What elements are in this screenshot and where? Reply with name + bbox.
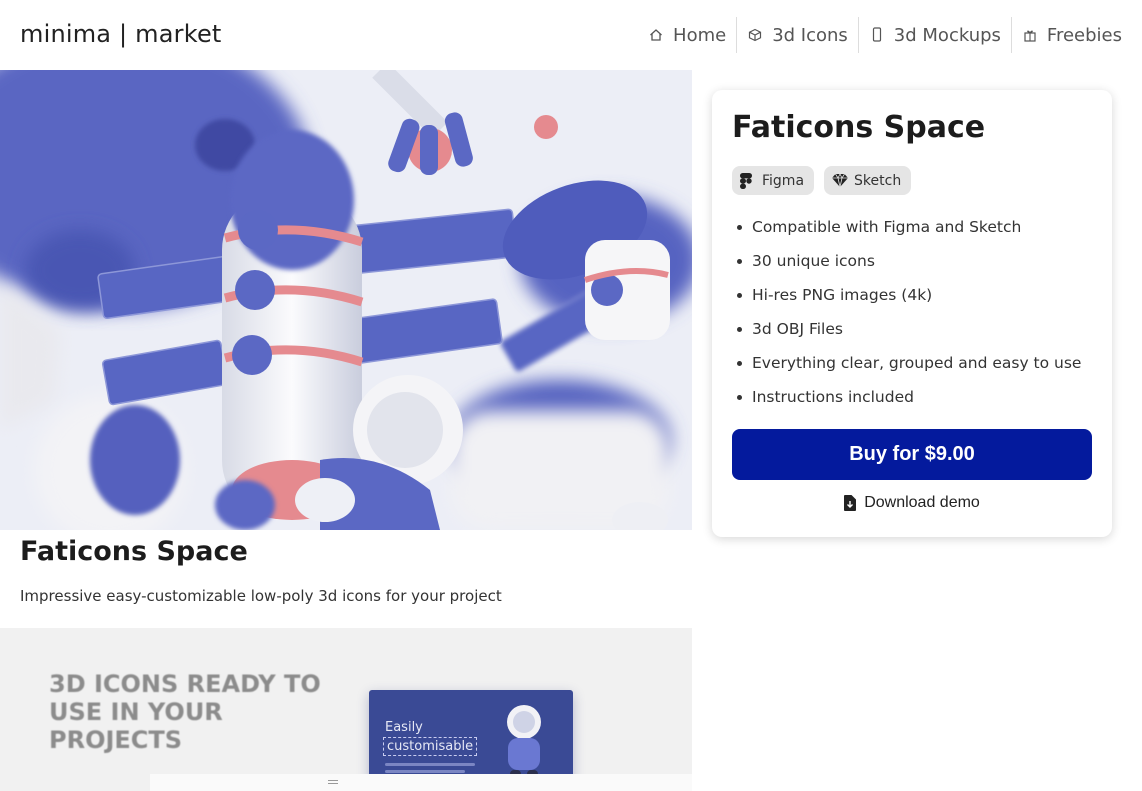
buy-button[interactable]: Buy for $9.00: [732, 429, 1092, 480]
tag-figma: Figma: [732, 166, 815, 195]
home-icon: [648, 27, 664, 43]
mock-line: [385, 763, 475, 766]
feature-item: 30 unique icons: [736, 250, 1081, 284]
feature-item: Compatible with Figma and Sketch: [736, 216, 1081, 250]
product-preview-image: 3D ICONS READY TO USE IN YOUR PROJECTS E…: [0, 628, 692, 791]
phone-icon: [869, 27, 885, 43]
product-card: Faticons Space Figma Sketch Compatible w…: [712, 90, 1112, 537]
compatibility-tags: Figma Sketch: [732, 166, 912, 195]
nav-label: 3d Icons: [772, 24, 848, 46]
download-demo-label: Download demo: [864, 494, 980, 511]
feature-list: Compatible with Figma and Sketch 30 uniq…: [736, 216, 1081, 420]
feature-item: Everything clear, grouped and easy to us…: [736, 352, 1081, 386]
preview-bottom-strip: [150, 774, 692, 791]
gift-icon: [1022, 27, 1038, 43]
cube-icon: [747, 27, 763, 43]
nav-item-home[interactable]: Home: [638, 17, 736, 53]
product-title: Faticons Space: [20, 536, 248, 567]
card-title: Faticons Space: [732, 110, 986, 145]
tag-sketch: Sketch: [824, 166, 912, 195]
nav-item-freebies[interactable]: Freebies: [1010, 17, 1122, 53]
mock-text: customisable: [383, 737, 478, 756]
nav-item-3d-mockups[interactable]: 3d Mockups: [857, 17, 1011, 53]
tag-label: Sketch: [854, 172, 902, 189]
mock-text: Easily: [385, 720, 423, 735]
feature-item: 3d OBJ Files: [736, 318, 1081, 352]
figma-icon: [740, 172, 756, 189]
mock-line: [385, 770, 465, 773]
drag-handle-icon: [328, 780, 338, 781]
site-header: minima | market Home 3d Icons 3d Mockups…: [0, 0, 1142, 70]
nav-label: Freebies: [1046, 24, 1122, 46]
sketch-diamond-icon: [832, 172, 849, 189]
product-hero-image: [0, 70, 692, 530]
tag-label: Figma: [762, 172, 805, 189]
nav-label: Home: [673, 24, 727, 46]
download-demo-link[interactable]: Download demo: [712, 494, 1112, 512]
nav-label: 3d Mockups: [893, 24, 1001, 46]
product-description: Impressive easy-customizable low-poly 3d…: [20, 587, 502, 605]
brand-logo[interactable]: minima | market: [20, 20, 222, 48]
feature-item: Instructions included: [736, 386, 1081, 420]
main-nav: Home 3d Icons 3d Mockups Freebies: [638, 17, 1122, 53]
file-download-icon: [844, 495, 858, 511]
feature-item: Hi-res PNG images (4k): [736, 284, 1081, 318]
nav-item-3d-icons[interactable]: 3d Icons: [736, 17, 858, 53]
preview-headline: 3D ICONS READY TO USE IN YOUR PROJECTS: [49, 670, 321, 754]
